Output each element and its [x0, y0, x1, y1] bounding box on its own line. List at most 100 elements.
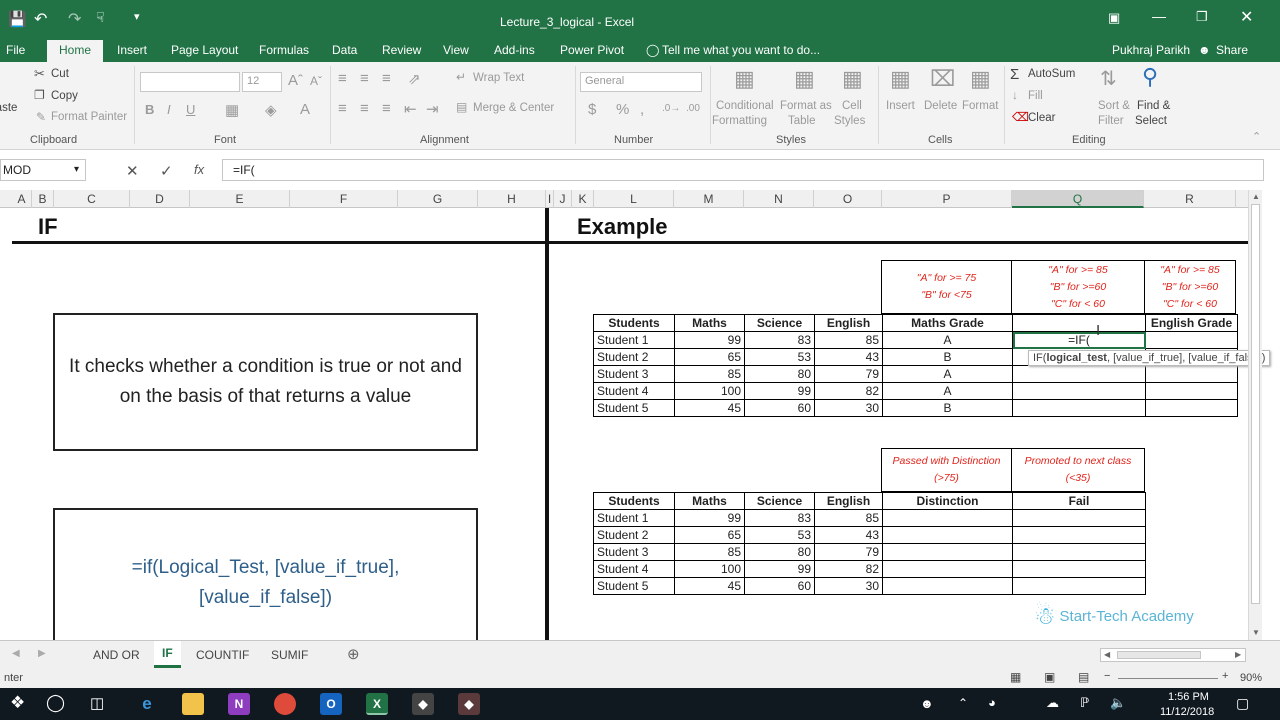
cell[interactable]: 80: [744, 543, 815, 561]
cortana-icon[interactable]: ◯: [46, 693, 65, 713]
cell[interactable]: [1145, 382, 1238, 400]
onedrive-icon[interactable]: ☁: [1046, 695, 1059, 711]
collapse-ribbon-icon[interactable]: ⌃: [1252, 130, 1261, 143]
app-icon[interactable]: ◆: [458, 693, 480, 715]
header-cell[interactable]: Science: [744, 492, 815, 510]
chrome-icon[interactable]: [274, 693, 296, 715]
prev-sheet-icon[interactable]: ◀: [12, 648, 20, 659]
cell[interactable]: 85: [814, 509, 883, 527]
cell[interactable]: [1145, 331, 1238, 349]
header-cell[interactable]: Science: [744, 314, 815, 332]
insert-cells-button[interactable]: Insert: [886, 100, 915, 112]
cell[interactable]: Student 5: [593, 577, 675, 595]
sheet-tab-sumif[interactable]: SUMIF: [271, 648, 308, 662]
shrink-font-icon[interactable]: Aˇ: [310, 74, 322, 88]
cell[interactable]: A: [882, 331, 1013, 349]
tab-home[interactable]: Home: [47, 40, 104, 62]
cell[interactable]: 83: [744, 509, 815, 527]
increase-decimal-icon[interactable]: .0→: [662, 103, 680, 114]
page-break-view-icon[interactable]: ▤: [1078, 670, 1089, 684]
save-icon[interactable]: 💾: [8, 10, 27, 28]
cell[interactable]: [882, 526, 1013, 544]
format-painter-button[interactable]: Format Painter: [51, 111, 127, 123]
column-header[interactable]: F: [290, 190, 398, 208]
undo-icon[interactable]: ↶: [34, 9, 47, 29]
cut-button[interactable]: Cut: [51, 68, 69, 80]
column-header[interactable]: K: [572, 190, 594, 208]
tab-file[interactable]: File: [6, 43, 25, 57]
tab-data[interactable]: Data: [332, 43, 357, 57]
comma-icon[interactable]: ,: [640, 101, 644, 118]
cell[interactable]: [1012, 526, 1146, 544]
header-cell[interactable]: Fail: [1012, 492, 1146, 510]
cell[interactable]: [882, 509, 1013, 527]
scroll-right-icon[interactable]: ▶: [1235, 650, 1241, 659]
close-icon[interactable]: ✕: [1240, 7, 1253, 27]
zoom-slider[interactable]: [1118, 678, 1218, 679]
column-header[interactable]: C: [54, 190, 130, 208]
cell[interactable]: 65: [674, 348, 745, 366]
file-explorer-icon[interactable]: [182, 693, 204, 715]
cell[interactable]: 53: [744, 526, 815, 544]
italic-icon[interactable]: I: [167, 102, 171, 117]
number-format-select[interactable]: General: [580, 72, 702, 92]
cell[interactable]: Student 4: [593, 382, 675, 400]
cell[interactable]: [1012, 560, 1146, 578]
cell[interactable]: 45: [674, 399, 745, 417]
scroll-down-icon[interactable]: ▼: [1252, 628, 1260, 637]
cell[interactable]: 65: [674, 526, 745, 544]
align-right-icon[interactable]: ≡: [382, 100, 391, 117]
edge-icon[interactable]: e: [136, 693, 158, 715]
sheet-tab-and-or[interactable]: AND OR: [93, 648, 140, 662]
tab-page-layout[interactable]: Page Layout: [171, 43, 238, 57]
align-top-icon[interactable]: ≡: [338, 70, 347, 87]
cell[interactable]: 85: [674, 543, 745, 561]
next-sheet-icon[interactable]: ▶: [38, 648, 46, 659]
cell[interactable]: 99: [674, 509, 745, 527]
column-header[interactable]: O: [814, 190, 882, 208]
scroll-thumb[interactable]: [1251, 204, 1260, 604]
cell[interactable]: A: [882, 382, 1013, 400]
wifi-icon[interactable]: ◕: [988, 695, 996, 710]
header-cell[interactable]: [1012, 314, 1146, 332]
paste-button[interactable]: Paste: [0, 102, 17, 114]
user-name[interactable]: Pukhraj Parikh: [1112, 43, 1190, 57]
cell[interactable]: Student 2: [593, 348, 675, 366]
horizontal-scrollbar[interactable]: ◀ ▶: [1100, 648, 1246, 662]
volume-icon[interactable]: 🔈: [1110, 695, 1126, 711]
autosum-button[interactable]: AutoSum: [1028, 68, 1075, 80]
zoom-in-icon[interactable]: +: [1222, 670, 1228, 682]
header-cell[interactable]: Students: [593, 492, 675, 510]
cell[interactable]: Student 3: [593, 365, 675, 383]
cell[interactable]: 99: [674, 331, 745, 349]
fill-button[interactable]: Fill: [1028, 90, 1043, 102]
cell[interactable]: B: [882, 399, 1013, 417]
column-header[interactable]: A: [12, 190, 32, 208]
enter-icon[interactable]: ✓: [160, 162, 173, 180]
cell[interactable]: 82: [814, 382, 883, 400]
cell[interactable]: 83: [744, 331, 815, 349]
cell[interactable]: 30: [814, 577, 883, 595]
wrap-text-button[interactable]: Wrap Text: [473, 72, 524, 84]
cell[interactable]: Student 5: [593, 399, 675, 417]
notifications-icon[interactable]: ▢: [1236, 695, 1249, 712]
cell[interactable]: [1012, 577, 1146, 595]
column-header-selected[interactable]: Q: [1012, 190, 1144, 208]
people-icon[interactable]: ☻: [920, 696, 934, 711]
tell-me-input[interactable]: Tell me what you want to do...: [662, 43, 820, 57]
excel-icon[interactable]: X: [366, 693, 388, 715]
vertical-scrollbar[interactable]: ▲ ▼: [1248, 190, 1262, 640]
maximize-icon[interactable]: ❐: [1196, 9, 1208, 25]
header-cell[interactable]: Students: [593, 314, 675, 332]
cell[interactable]: 85: [814, 331, 883, 349]
touch-mode-icon[interactable]: ☟: [96, 9, 105, 26]
active-cell[interactable]: =IF(: [1012, 331, 1146, 349]
sheet-tab-if[interactable]: IF: [154, 641, 181, 668]
column-header[interactable]: R: [1144, 190, 1236, 208]
header-cell[interactable]: Maths: [674, 492, 745, 510]
column-header[interactable]: L: [594, 190, 674, 208]
format-as-table-button[interactable]: Format as: [780, 100, 832, 112]
cell[interactable]: 60: [744, 577, 815, 595]
cell[interactable]: 79: [814, 543, 883, 561]
header-cell[interactable]: English Grade: [1145, 314, 1238, 332]
